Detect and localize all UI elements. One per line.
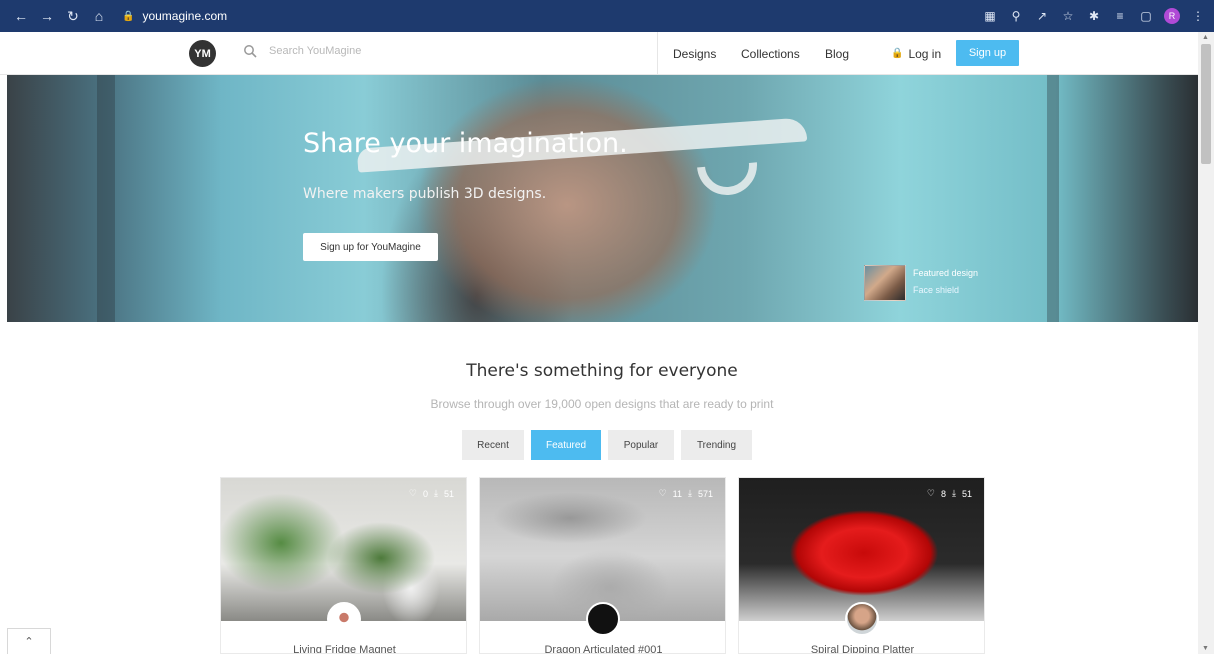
- search-input[interactable]: [269, 45, 569, 57]
- heart-icon: ♡: [658, 488, 667, 498]
- design-card-image[interactable]: [221, 478, 466, 621]
- section-title: There's something for everyone: [466, 361, 738, 381]
- translate-icon[interactable]: ▦: [982, 8, 998, 24]
- tab-recent[interactable]: Recent: [462, 430, 524, 460]
- lock-icon: 🔒: [122, 10, 135, 22]
- scroll-down-icon[interactable]: ▼: [1202, 645, 1209, 652]
- lock-icon: 🔒: [891, 48, 904, 59]
- login-link[interactable]: 🔒 Log in: [891, 32, 941, 75]
- author-avatar[interactable]: [327, 602, 361, 636]
- design-tabs: Recent Featured Popular Trending: [0, 430, 1204, 460]
- site-header: YM Designs Collections Blog 🔒 Log in Sig…: [0, 32, 1198, 75]
- nav-blog-link[interactable]: Blog: [825, 32, 849, 75]
- zoom-icon[interactable]: ⚲: [1008, 8, 1024, 24]
- hero-bg-frame: [97, 75, 115, 322]
- featured-design-link[interactable]: Face shield: [913, 282, 978, 299]
- search-bar[interactable]: [243, 44, 569, 58]
- tab-trending[interactable]: Trending: [681, 430, 752, 460]
- design-card-title[interactable]: Dragon Articulated #001: [480, 644, 725, 653]
- design-card-stats: ♡ 8 ⤓ 51: [926, 488, 972, 499]
- side-panel-icon[interactable]: ▢: [1138, 8, 1154, 24]
- featured-design-thumbnail[interactable]: [864, 265, 906, 301]
- menu-kebab-icon[interactable]: ⋮: [1190, 8, 1206, 24]
- download-icon: ⤓: [952, 488, 956, 498]
- author-avatar[interactable]: [586, 602, 620, 636]
- heart-icon: ♡: [926, 488, 935, 498]
- youmagine-logo[interactable]: YM: [189, 40, 216, 67]
- share-icon[interactable]: ↗: [1034, 8, 1050, 24]
- heart-icon: ♡: [408, 488, 417, 498]
- design-card[interactable]: ♡ 8 ⤓ 51 Spiral Dipping Platter: [738, 477, 985, 654]
- section-subtitle: Browse through over 19,000 open designs …: [430, 397, 774, 411]
- search-icon: [244, 45, 257, 58]
- design-card-stats: ♡ 11 ⤓ 571: [658, 488, 713, 499]
- design-card-image[interactable]: [739, 478, 984, 621]
- hero-title: Share your imagination.: [303, 128, 628, 159]
- back-icon[interactable]: ←: [10, 5, 32, 27]
- nav-divider: [657, 32, 658, 75]
- profile-avatar[interactable]: R: [1164, 8, 1180, 24]
- scroll-thumb[interactable]: [1201, 44, 1211, 164]
- hero-subtitle: Where makers publish 3D designs.: [303, 186, 547, 202]
- page-scrollbar[interactable]: ▲ ▼: [1198, 32, 1214, 654]
- hero-bg-frame: [1047, 75, 1059, 322]
- design-card-title[interactable]: Living Fridge Magnet: [221, 644, 466, 653]
- hero-banner: Share your imagination. Where makers pub…: [7, 75, 1198, 322]
- browser-toolbar: ← → ↻ ⌂ 🔒 youmagine.com ▦ ⚲ ↗ ☆ ✱ ≡ ▢ R …: [0, 0, 1214, 32]
- signup-button[interactable]: Sign up: [956, 40, 1019, 66]
- author-avatar[interactable]: [845, 602, 879, 636]
- download-icon: ⤓: [687, 488, 692, 498]
- hero-signup-button[interactable]: Sign up for YouMagine: [303, 233, 438, 261]
- tab-popular[interactable]: Popular: [608, 430, 674, 460]
- bookmark-star-icon[interactable]: ☆: [1060, 8, 1076, 24]
- forward-icon[interactable]: →: [36, 5, 58, 27]
- extensions-icon[interactable]: ✱: [1086, 8, 1102, 24]
- reload-icon[interactable]: ↻: [62, 5, 84, 27]
- reading-list-icon[interactable]: ≡: [1112, 8, 1128, 24]
- design-card-title[interactable]: Spiral Dipping Platter: [739, 644, 984, 653]
- featured-design[interactable]: Featured design Face shield: [864, 265, 978, 301]
- tab-featured[interactable]: Featured: [531, 430, 601, 460]
- nav-designs-link[interactable]: Designs: [673, 32, 716, 75]
- address-bar[interactable]: 🔒 youmagine.com: [122, 9, 227, 23]
- featured-design-label: Featured design: [913, 268, 979, 278]
- download-icon: ⤓: [434, 488, 438, 498]
- scroll-up-icon[interactable]: ▲: [1202, 34, 1209, 41]
- chevron-up-icon: ⌃: [24, 636, 34, 648]
- back-to-top-button[interactable]: ⌃: [7, 628, 51, 654]
- design-card-image[interactable]: [480, 478, 725, 621]
- design-card-stats: ♡ 0 ⤓ 51: [408, 488, 454, 499]
- design-card[interactable]: ♡ 11 ⤓ 571 Dragon Articulated #001: [479, 477, 726, 654]
- design-card[interactable]: ♡ 0 ⤓ 51 Living Fridge Magnet: [220, 477, 467, 654]
- url-text: youmagine.com: [142, 9, 228, 23]
- home-icon[interactable]: ⌂: [88, 5, 110, 27]
- nav-collections-link[interactable]: Collections: [741, 32, 800, 75]
